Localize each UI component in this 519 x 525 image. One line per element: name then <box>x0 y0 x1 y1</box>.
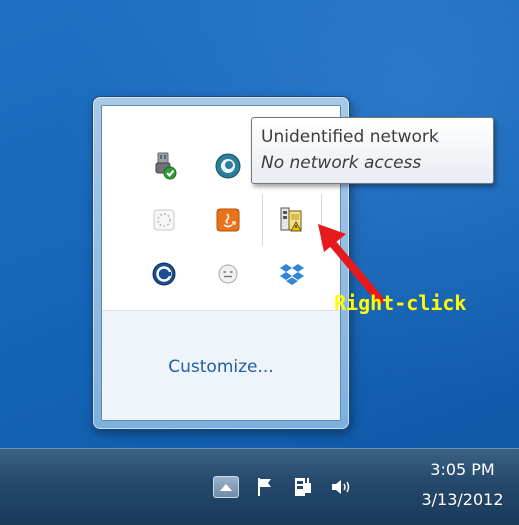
tray-item-sync[interactable] <box>134 194 194 246</box>
show-hidden-icons-button[interactable] <box>213 476 239 498</box>
volume-button[interactable] <box>326 473 356 501</box>
network-tooltip: Unidentified network No network access <box>251 117 494 184</box>
right-click-annotation: Right-click <box>334 291 467 315</box>
java-icon <box>216 208 240 232</box>
power-icon <box>295 478 311 496</box>
clock-date: 3/13/2012 <box>421 490 504 509</box>
taskbar: 3:05 PM 3/13/2012 <box>0 448 519 525</box>
tray-item-webcam[interactable] <box>198 140 258 192</box>
tooltip-subtitle: No network access <box>261 153 422 173</box>
dropbox-icon <box>280 264 304 285</box>
tooltip-title: Unidentified network <box>261 127 439 147</box>
tray-item-java[interactable] <box>198 194 258 246</box>
clock-time: 3:05 PM <box>430 460 495 479</box>
network-warning-icon <box>280 207 302 232</box>
volume-icon <box>332 480 350 494</box>
sync-status-icon <box>153 209 175 231</box>
action-center-button[interactable] <box>250 473 280 501</box>
power-button[interactable] <box>288 473 318 501</box>
webcam-app-icon <box>215 153 241 179</box>
taskbar-clock[interactable]: 3:05 PM 3/13/2012 <box>410 455 515 515</box>
app-c-icon <box>152 262 176 286</box>
tray-item-messenger[interactable] <box>198 248 258 300</box>
usb-safely-remove-icon <box>155 152 177 180</box>
tray-item-usb[interactable] <box>134 140 194 192</box>
customize-area: Customize... <box>102 310 340 420</box>
messenger-icon <box>218 264 238 284</box>
chevron-up-icon <box>220 484 232 491</box>
tray-item-app-c[interactable] <box>134 248 194 300</box>
action-center-flag-icon <box>258 478 271 496</box>
customize-link[interactable]: Customize... <box>102 357 340 377</box>
